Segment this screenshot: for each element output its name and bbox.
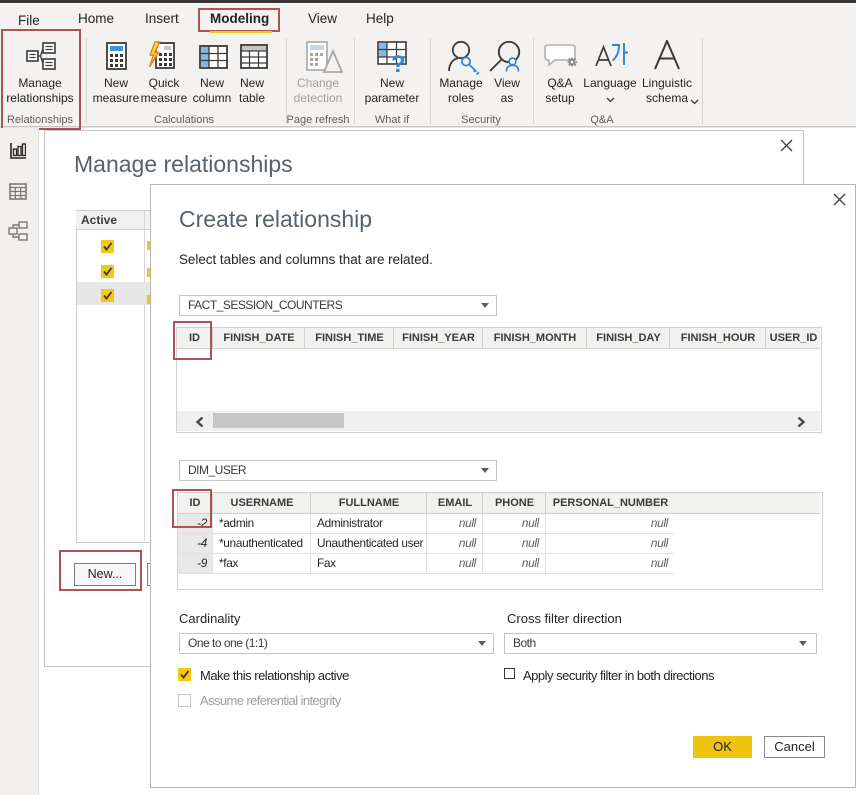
svg-text:?: ? — [391, 51, 406, 73]
